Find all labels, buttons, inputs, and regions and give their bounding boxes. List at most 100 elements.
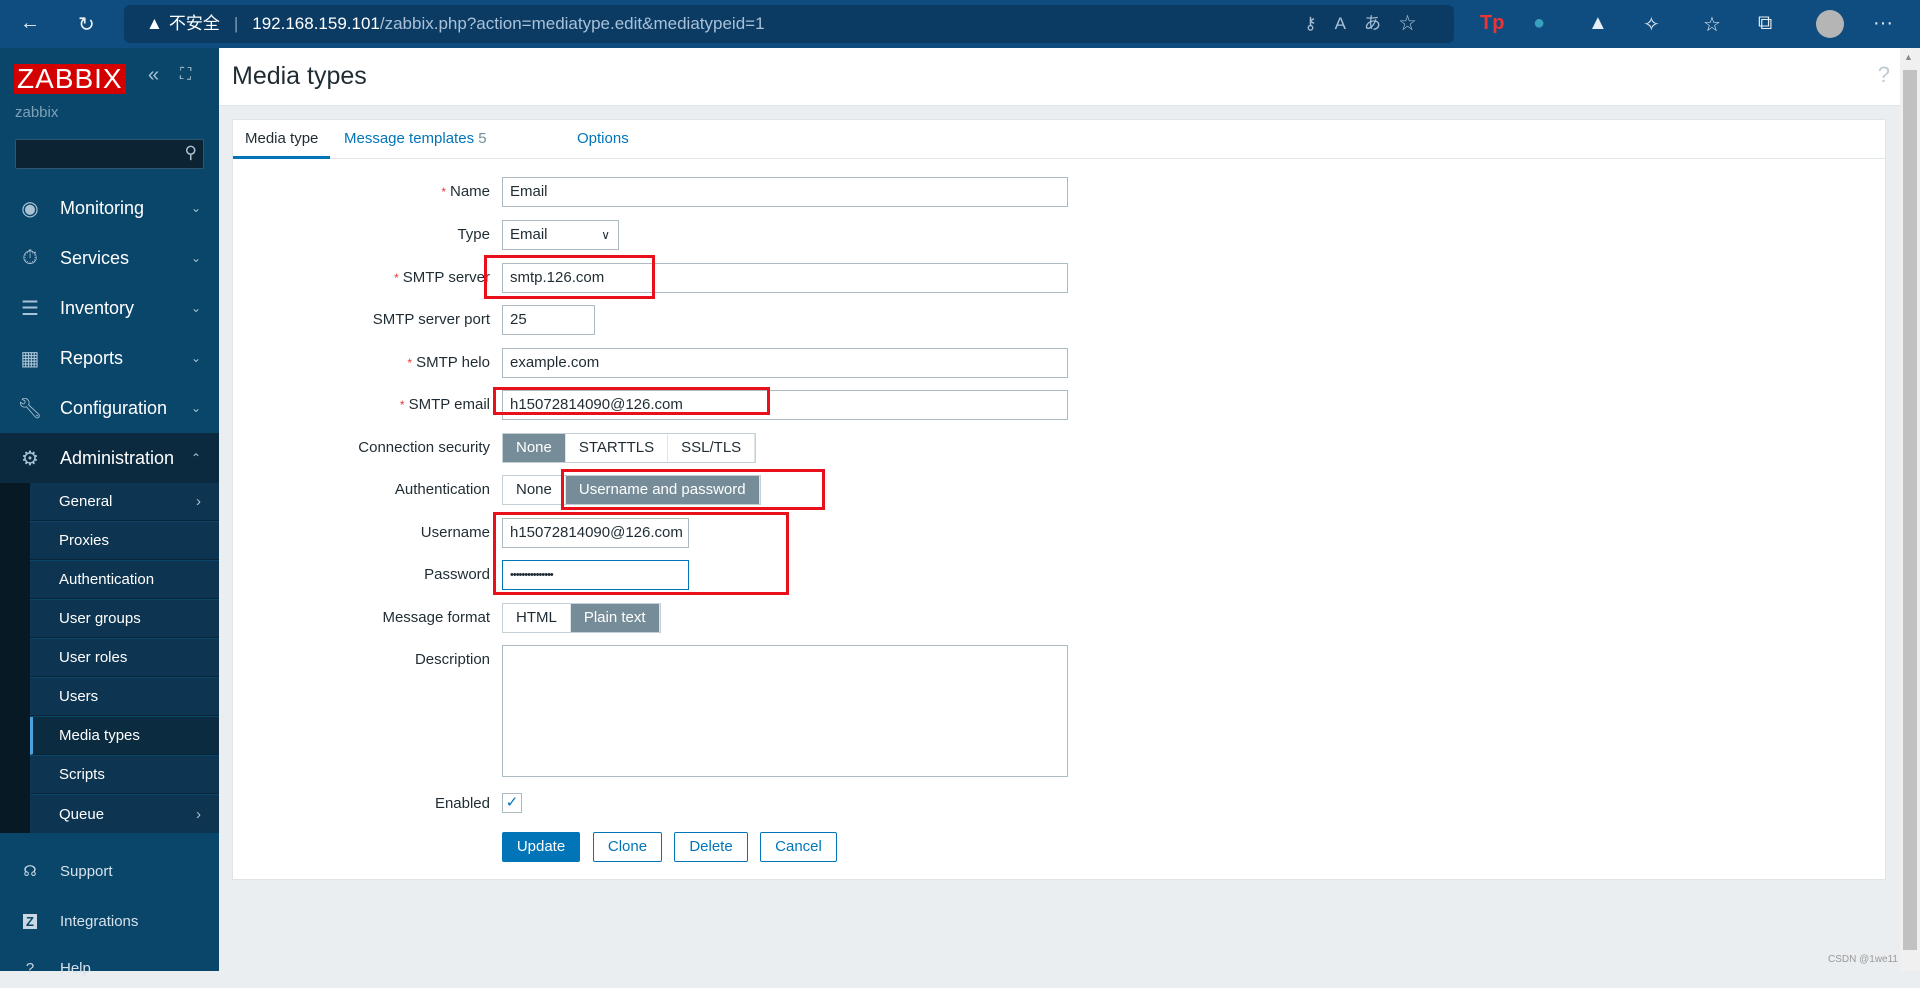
menu-monitoring[interactable]: ◉ Monitoring ⌄ [0, 183, 219, 233]
submenu-strip [0, 483, 30, 833]
scrollbar[interactable]: ▲ [1900, 48, 1920, 971]
url-path: /zabbix.php?action=mediatype.edit&mediat… [379, 14, 765, 33]
page-header: Media types ? [219, 48, 1900, 106]
add-favorite-icon[interactable]: ☆ [1399, 14, 1434, 33]
address-bar[interactable]: ▲ 不安全 | 192.168.159.101/zabbix.php?actio… [124, 5, 1454, 43]
sidebar: ZABBIX « ⛶ zabbix ⚲ ◉ Monitoring ⌄ ⏱ Servic… [0, 48, 219, 977]
delete-button[interactable]: Delete [674, 832, 748, 862]
headset-icon: ☊ [23, 863, 37, 880]
search-icon[interactable]: ⚲ [185, 143, 197, 163]
clone-button[interactable]: Clone [593, 832, 662, 862]
authentication-username-password[interactable]: Username and password [565, 476, 760, 504]
smtp-port-label: SMTP server port [372, 311, 490, 328]
extension-mountain-icon[interactable]: ▲ [1588, 12, 1608, 35]
authentication-toggle: None Username and password [502, 475, 761, 505]
read-aloud-icon[interactable]: A [1335, 14, 1364, 33]
favorites-icon[interactable]: ☆ [1703, 12, 1721, 37]
type-select[interactable]: Email ∨ [502, 220, 619, 250]
tab-media-type[interactable]: Media type [233, 120, 331, 159]
message-format-label: Message format [382, 609, 490, 626]
submenu-authentication[interactable]: Authentication [30, 561, 219, 599]
stopwatch-icon: ⏱ [22, 246, 38, 269]
connection-security-starttls[interactable]: STARTTLS [566, 434, 669, 462]
zabbix-logo[interactable]: ZABBIX [14, 64, 126, 94]
smtp-helo-input[interactable]: example.com [502, 348, 1068, 378]
authentication-label: Authentication [394, 481, 490, 498]
collapse-sidebar-icon[interactable]: « [148, 64, 159, 87]
message-format-html[interactable]: HTML [503, 604, 571, 632]
submenu-user-groups[interactable]: User groups [30, 600, 219, 638]
back-icon[interactable]: ← [20, 12, 40, 35]
tab-label: Media type [245, 130, 319, 147]
submenu-label: Queue [59, 805, 105, 823]
update-button[interactable]: Update [502, 832, 580, 862]
menu-administration[interactable]: ⚙ Administration ⌃ [0, 433, 219, 483]
type-value: Email [510, 226, 548, 243]
menu-label: Administration [60, 447, 175, 468]
username-input[interactable]: h15072814090@126.com [502, 518, 689, 548]
chevron-down-icon: ⌄ [190, 301, 201, 315]
footer-help[interactable]: ? Help [0, 948, 219, 988]
more-icon[interactable]: ··· [1873, 12, 1893, 35]
search-input[interactable]: ⚲ [15, 139, 204, 169]
reload-icon[interactable]: ↻ [78, 12, 95, 37]
smtp-email-label: * SMTP email [399, 396, 490, 413]
description-label: Description [414, 651, 490, 668]
scrollbar-thumb[interactable] [1903, 70, 1917, 950]
submenu-label: User roles [59, 649, 128, 666]
menu-configuration[interactable]: 🔧︎ Configuration ⌄ [0, 383, 219, 433]
chevron-up-icon: ⌃ [190, 451, 201, 465]
message-format-plain-text[interactable]: Plain text [570, 604, 660, 632]
submenu-queue[interactable]: Queue › [30, 795, 219, 833]
submenu-scripts[interactable]: Scripts [30, 756, 219, 794]
submenu-label: Media types [59, 727, 140, 744]
submenu-users[interactable]: Users [30, 678, 219, 716]
footer-label: Help [60, 959, 91, 977]
cancel-button[interactable]: Cancel [760, 832, 837, 862]
connection-security-toggle: None STARTTLS SSL/TLS [502, 433, 757, 463]
menu-label: Services [60, 247, 130, 268]
connection-security-none[interactable]: None [503, 434, 566, 462]
security-label: 不安全 [168, 14, 220, 33]
translate-icon[interactable]: あ [1364, 14, 1399, 33]
name-input[interactable]: Email [502, 177, 1068, 207]
type-label: Type [457, 226, 490, 243]
menu-reports[interactable]: ▦ Reports ⌄ [0, 333, 219, 383]
submenu-label: Users [59, 688, 99, 705]
connection-security-ssl-tls[interactable]: SSL/TLS [668, 434, 756, 462]
submenu-user-roles[interactable]: User roles [30, 639, 219, 677]
menu-label: Reports [60, 347, 124, 368]
menu-services[interactable]: ⏱ Services ⌄ [0, 233, 219, 283]
smtp-email-input[interactable]: h15072814090@126.com [502, 390, 1068, 420]
authentication-none[interactable]: None [503, 476, 566, 504]
help-icon[interactable]: ? [1878, 62, 1890, 88]
submenu-proxies[interactable]: Proxies [30, 522, 219, 560]
submenu-media-types[interactable]: Media types [30, 717, 219, 755]
extension-tp-icon[interactable]: Tp [1480, 12, 1504, 35]
tab-message-templates[interactable]: Message templates 5 [332, 120, 499, 159]
description-textarea[interactable] [502, 645, 1068, 777]
smtp-server-label: * SMTP server [394, 269, 490, 286]
chevron-right-icon: › [196, 805, 201, 823]
extensions-icon[interactable]: ✧ [1643, 12, 1660, 37]
extension-bowl-icon[interactable]: ● [1533, 12, 1545, 35]
footer-integrations[interactable]: Z Integrations [0, 901, 219, 941]
submenu-general[interactable]: General › [30, 483, 219, 521]
key-icon[interactable]: ⚷ [1304, 14, 1334, 33]
footer-support[interactable]: ☊ Support [0, 851, 219, 891]
menu-inventory[interactable]: ☰ Inventory ⌄ [0, 283, 219, 333]
collections-icon[interactable]: ⧉ [1758, 12, 1772, 35]
password-input[interactable]: ••••••••••••••• [502, 560, 689, 590]
smtp-server-input[interactable]: smtp.126.com [502, 263, 1068, 293]
tab-label: Options [577, 130, 629, 147]
enabled-checkbox[interactable]: ✓ [502, 793, 522, 813]
menu-label: Configuration [60, 397, 168, 418]
chevron-right-icon: › [196, 493, 201, 510]
scroll-up-icon[interactable]: ▲ [1904, 52, 1913, 62]
menu-label: Monitoring [60, 197, 145, 218]
smtp-port-input[interactable]: 25 [502, 305, 595, 335]
tab-options[interactable]: Options [565, 120, 641, 159]
profile-icon[interactable] [1816, 10, 1844, 38]
tab-label: Message templates [344, 130, 475, 147]
kiosk-mode-icon[interactable]: ⛶ [180, 66, 191, 84]
